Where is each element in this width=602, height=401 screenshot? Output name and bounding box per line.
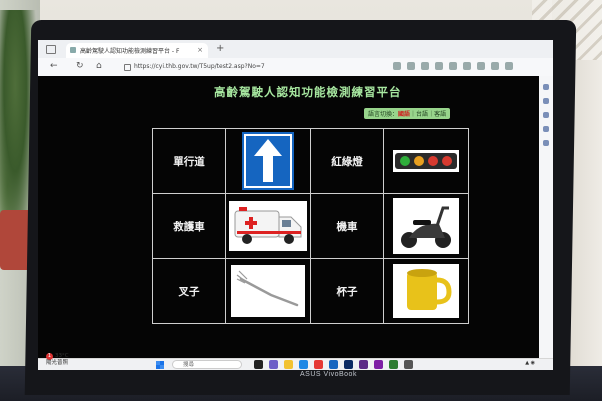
picture-cell bbox=[383, 258, 469, 324]
notification-badge: 1 bbox=[46, 353, 53, 360]
taskbar-apps bbox=[254, 360, 413, 369]
sidebar-add-icon[interactable] bbox=[543, 140, 549, 146]
language-option-mandarin[interactable]: 國語 bbox=[398, 111, 410, 118]
table-row: 救護車 機車 bbox=[152, 193, 469, 259]
file-explorer-icon[interactable] bbox=[284, 360, 293, 369]
word-cell: 單行道 bbox=[152, 128, 226, 194]
photoshop-icon[interactable] bbox=[344, 360, 353, 369]
sidebar-app-icon[interactable] bbox=[543, 98, 549, 104]
picture-cell bbox=[383, 128, 469, 194]
premiere-icon[interactable] bbox=[359, 360, 368, 369]
word-cell: 叉子 bbox=[152, 258, 226, 324]
favorites-icon[interactable] bbox=[463, 62, 471, 70]
ambulance-icon bbox=[229, 201, 307, 251]
menu-icon[interactable] bbox=[505, 62, 513, 70]
fork-icon bbox=[231, 265, 305, 317]
one-way-sign-icon bbox=[242, 132, 294, 190]
windows-taskbar: 1 33°C 陽光普照 搜尋 ▲ ◉ bbox=[38, 353, 553, 370]
browser-tab[interactable]: 高齡駕駛人認知功能檢測練習平台 - F × bbox=[66, 43, 208, 58]
sidebar-app-icon[interactable] bbox=[543, 112, 549, 118]
extension-icon[interactable] bbox=[407, 62, 415, 70]
picture-cell bbox=[383, 193, 469, 259]
language-option-taiwanese[interactable]: 台語 bbox=[416, 111, 428, 118]
word-cell: 救護車 bbox=[152, 193, 226, 259]
laptop-brand: ASUS VivoBook bbox=[300, 371, 357, 378]
edge-icon[interactable] bbox=[299, 360, 308, 369]
app-icon[interactable] bbox=[404, 360, 413, 369]
page-title: 高齡駕駛人認知功能檢測練習平台 bbox=[214, 85, 402, 99]
extension-icon[interactable] bbox=[393, 62, 401, 70]
word-cell: 機車 bbox=[310, 193, 384, 259]
weather-condition: 陽光普照 bbox=[46, 360, 69, 366]
language-prefix: 語言切換： bbox=[368, 111, 399, 118]
url-text: https://cyi.thb.gov.tw/T5up/test2.asp?No… bbox=[134, 63, 265, 70]
traffic-light-icon bbox=[393, 150, 459, 172]
web-page: 高齡駕駛人認知功能檢測練習平台 語言切換：國語｜台語｜客語 單行道 紅綠燈 救護… bbox=[38, 76, 539, 358]
tab-close-button[interactable]: × bbox=[197, 46, 203, 54]
picture-cell bbox=[225, 128, 311, 194]
toolbar-extensions bbox=[393, 62, 513, 70]
word-cell: 杯子 bbox=[310, 258, 384, 324]
table-row: 叉子 杯子 bbox=[152, 258, 469, 324]
temperature: 33°C bbox=[55, 353, 69, 359]
address-bar-row: ← ↻ ⌂ https://cyi.thb.gov.tw/T5up/test2.… bbox=[38, 58, 553, 77]
system-tray[interactable]: ▲ ◉ bbox=[525, 360, 535, 366]
taskbar-search[interactable]: 搜尋 bbox=[172, 360, 242, 369]
laptop-screen: 高齡駕駛人認知功能檢測練習平台 - F × + ← ↻ ⌂ https://cy… bbox=[38, 40, 553, 370]
picture-word-table: 單行道 紅綠燈 救護車 機車 叉子 杯子 bbox=[152, 128, 469, 324]
picture-cell bbox=[225, 193, 311, 259]
sidebar-app-icon[interactable] bbox=[543, 126, 549, 132]
store-icon[interactable] bbox=[329, 360, 338, 369]
favicon-icon bbox=[70, 47, 76, 53]
chrome-icon[interactable] bbox=[314, 360, 323, 369]
table-row: 單行道 紅綠燈 bbox=[152, 128, 469, 194]
language-option-hakka[interactable]: 客語 bbox=[434, 111, 446, 118]
extension-icon[interactable] bbox=[435, 62, 443, 70]
teams-icon[interactable] bbox=[269, 360, 278, 369]
scooter-icon bbox=[393, 198, 459, 254]
picture-cell bbox=[225, 258, 311, 324]
refresh-icon[interactable]: ↻ bbox=[76, 61, 84, 71]
start-icon[interactable] bbox=[156, 361, 164, 369]
profile-icon[interactable] bbox=[491, 62, 499, 70]
weather-widget[interactable]: 1 33°C 陽光普照 bbox=[46, 353, 69, 367]
word-cell: 紅綠燈 bbox=[310, 128, 384, 194]
lock-icon bbox=[124, 64, 131, 71]
sidebar-search-icon[interactable] bbox=[543, 84, 549, 90]
home-icon[interactable]: ⌂ bbox=[96, 61, 102, 71]
extension-icon[interactable] bbox=[449, 62, 457, 70]
browser-sidebar bbox=[538, 76, 553, 358]
back-icon[interactable]: ← bbox=[50, 61, 58, 71]
language-switcher: 語言切換：國語｜台語｜客語 bbox=[364, 108, 451, 119]
mug-icon bbox=[393, 264, 459, 318]
tab-title: 高齡駕駛人認知功能檢測練習平台 - F bbox=[80, 48, 180, 55]
url-field[interactable]: https://cyi.thb.gov.tw/T5up/test2.asp?No… bbox=[120, 61, 420, 73]
app-icon[interactable] bbox=[389, 360, 398, 369]
task-view-icon[interactable] bbox=[254, 360, 263, 369]
browser-tabbar: 高齡駕駛人認知功能檢測練習平台 - F × + bbox=[38, 40, 553, 58]
collections-icon[interactable] bbox=[477, 62, 485, 70]
extension-icon[interactable] bbox=[421, 62, 429, 70]
new-tab-button[interactable]: + bbox=[216, 43, 224, 54]
app-icon[interactable] bbox=[374, 360, 383, 369]
tab-actions-icon[interactable] bbox=[46, 45, 56, 54]
